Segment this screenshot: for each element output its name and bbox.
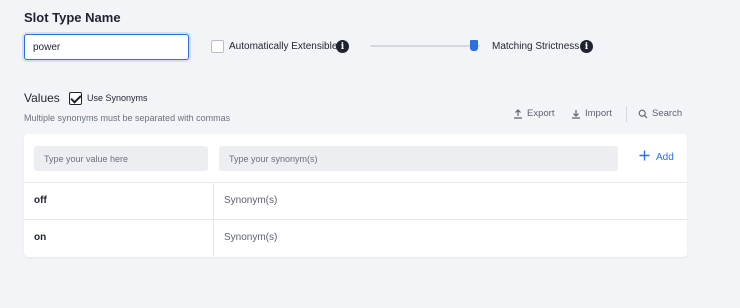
import-icon: [571, 109, 581, 119]
add-value-button[interactable]: Add: [639, 150, 674, 164]
matching-strictness-slider-handle[interactable]: [470, 40, 478, 51]
row-synonyms[interactable]: Synonym(s): [224, 232, 277, 243]
values-panel: Add off Synonym(s) on Synonym(s): [24, 134, 687, 257]
new-value-input[interactable]: [34, 146, 208, 171]
row-synonyms[interactable]: Synonym(s): [224, 195, 277, 206]
plus-icon: [639, 150, 650, 164]
column-divider: [213, 183, 214, 219]
slot-type-name-input[interactable]: [24, 34, 189, 60]
values-title: Values: [24, 91, 60, 105]
export-button[interactable]: Export: [513, 108, 554, 119]
toolbar-divider: [626, 106, 627, 122]
synonyms-hint: Multiple synonyms must be separated with…: [24, 113, 231, 123]
column-divider: [213, 220, 214, 256]
search-button[interactable]: Search: [638, 108, 682, 119]
import-button[interactable]: Import: [571, 108, 612, 119]
row-value: on: [34, 232, 47, 243]
new-synonyms-input[interactable]: [219, 146, 618, 171]
slot-type-name-title: Slot Type Name: [24, 10, 121, 25]
table-row[interactable]: off Synonym(s): [24, 182, 687, 219]
info-icon[interactable]: i: [580, 40, 593, 53]
search-label: Search: [652, 108, 683, 119]
export-label: Export: [527, 108, 555, 119]
matching-strictness-slider-track[interactable]: [370, 45, 480, 47]
info-icon[interactable]: i: [336, 40, 349, 53]
matching-strictness-label: Matching Strictness: [492, 41, 580, 52]
auto-extensible-checkbox[interactable]: [211, 40, 224, 53]
export-icon: [513, 108, 523, 119]
use-synonyms-label: Use Synonyms: [87, 93, 148, 103]
table-row[interactable]: on Synonym(s): [24, 219, 687, 256]
row-value: off: [34, 195, 47, 206]
use-synonyms-checkbox[interactable]: [69, 92, 82, 105]
auto-extensible-label: Automatically Extensible: [229, 41, 338, 52]
import-label: Import: [585, 108, 612, 119]
add-label: Add: [656, 151, 674, 163]
search-icon: [638, 109, 648, 119]
